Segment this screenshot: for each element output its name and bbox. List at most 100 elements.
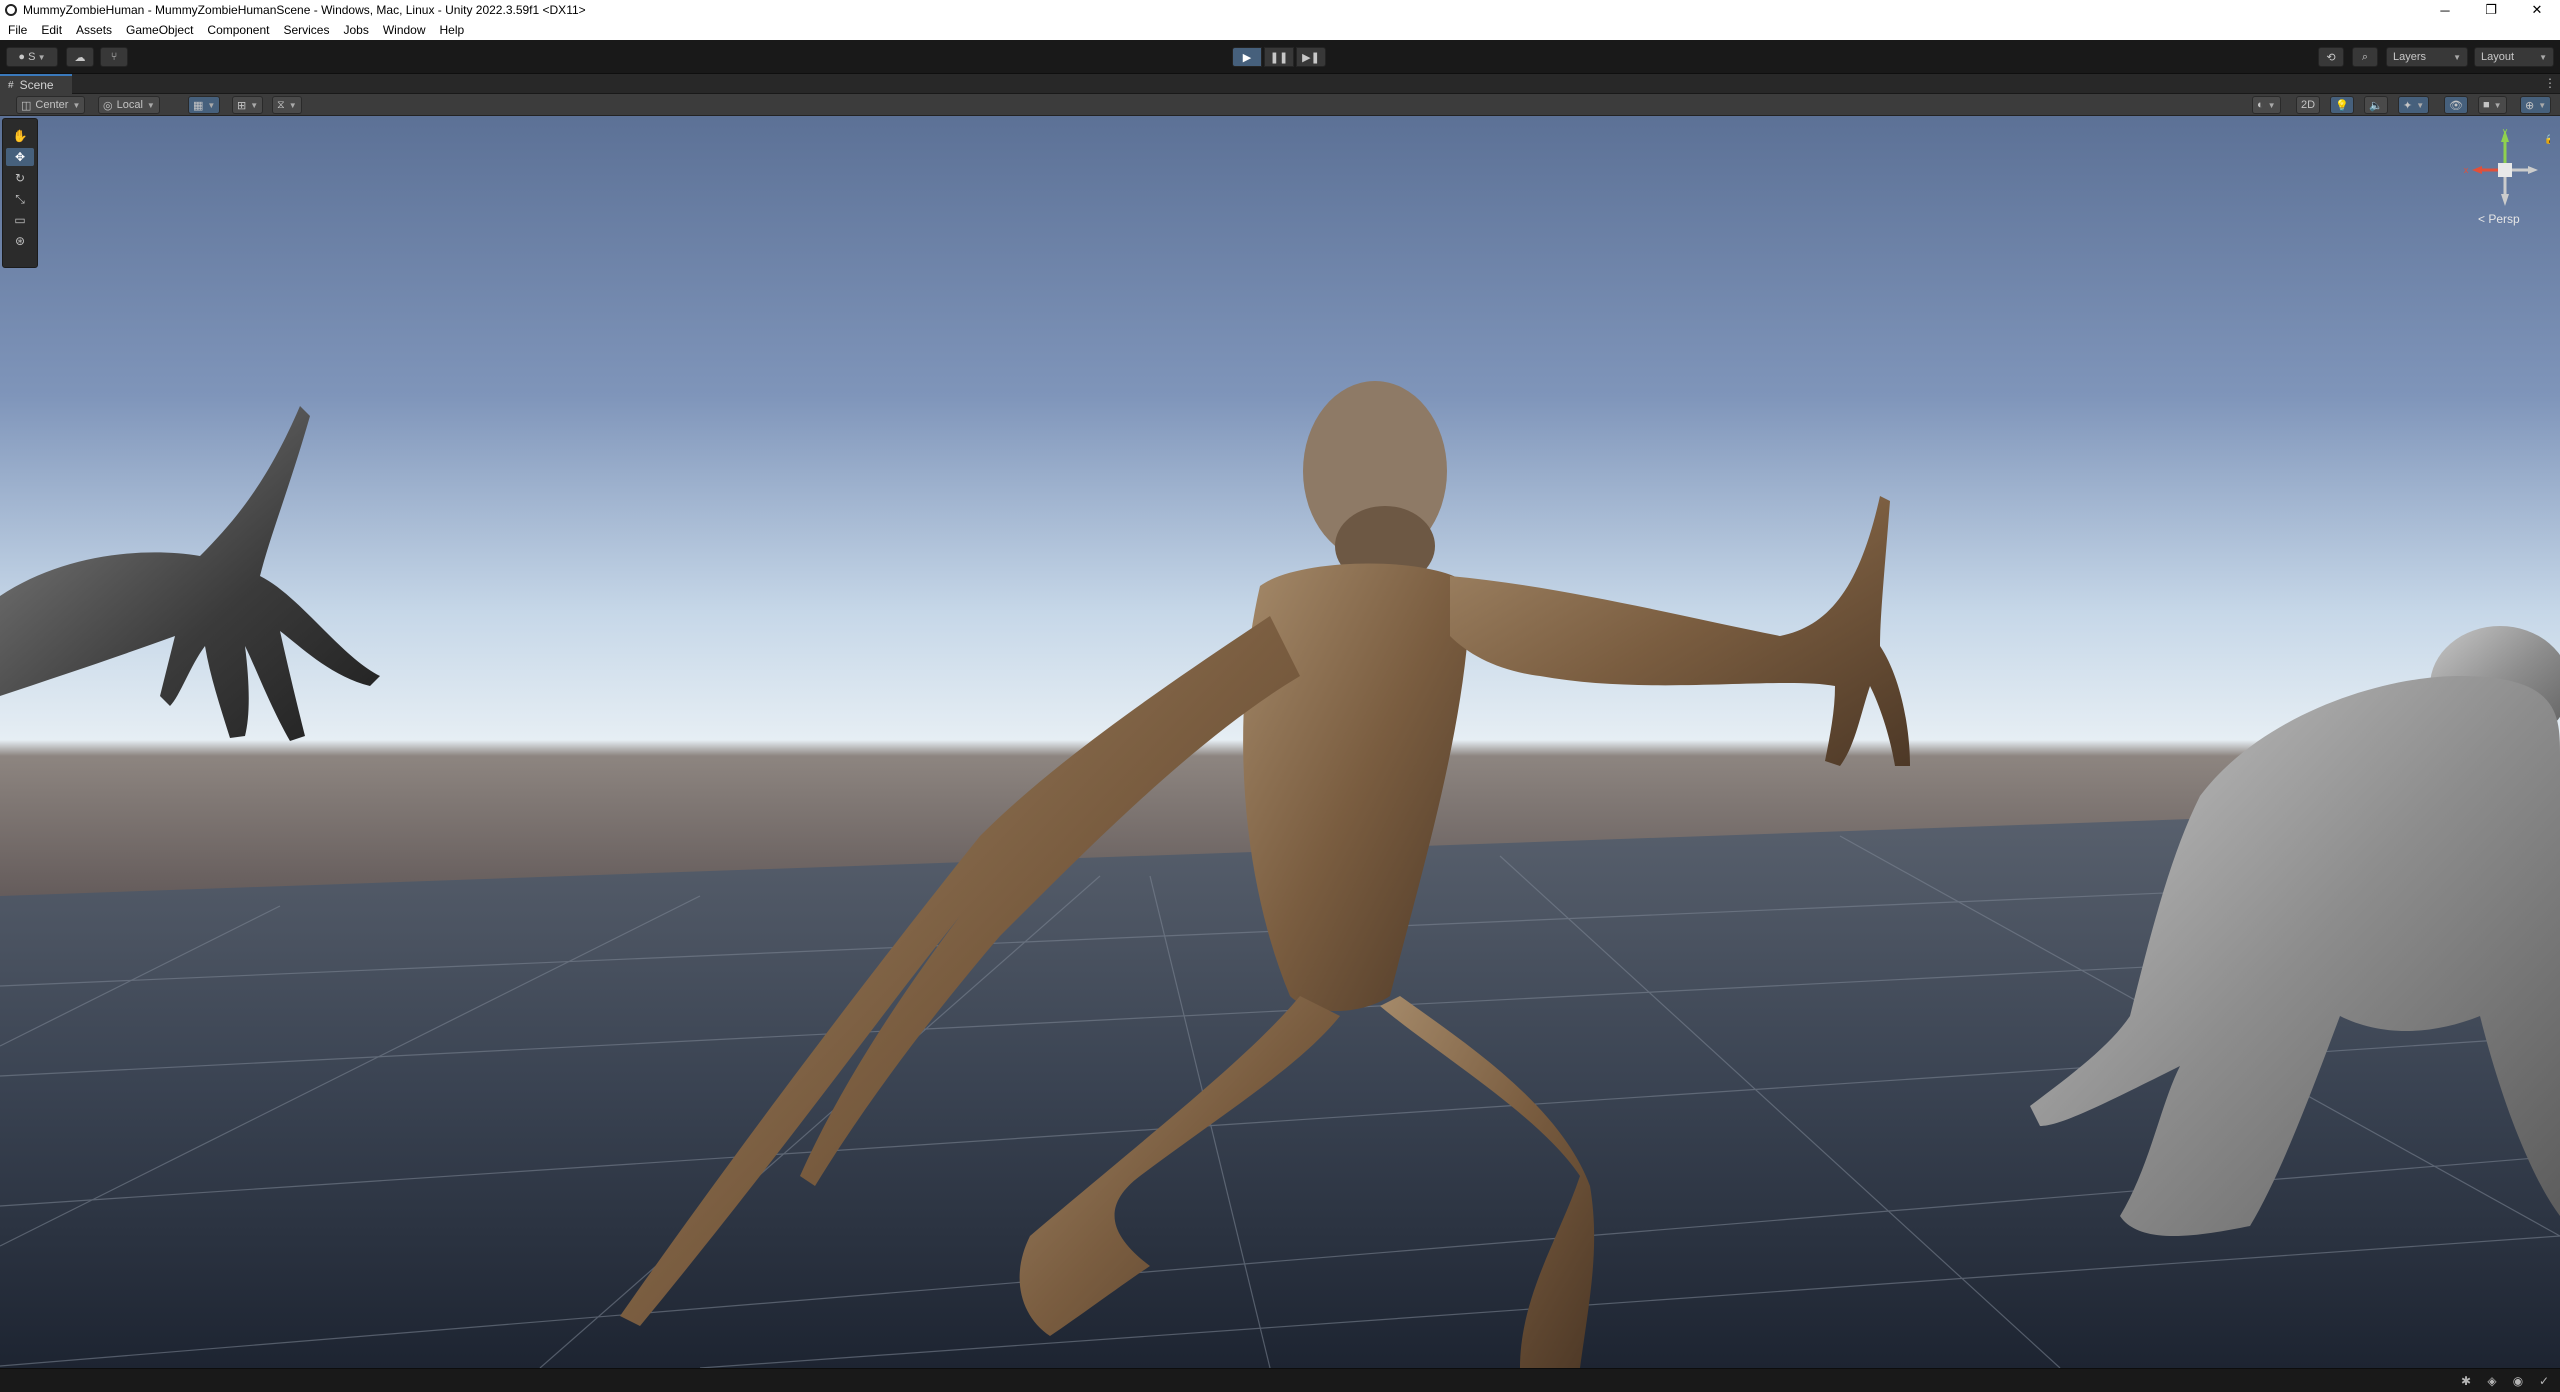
menu-gameobject[interactable]: GameObject [118,23,199,37]
increment-icon: ⧖ [277,98,285,111]
scene-view-toolbar: ◫ Center ▼ ◎ Local ▼ ▦ ▼ ⊞ ▼ ⧖ ▼ ◐ ▼ 2D … [0,94,2560,116]
layout-label: Layout [2481,51,2515,63]
search-icon: ⌕ [2361,50,2369,63]
chevron-down-icon: ▼ [2267,100,2276,110]
chevron-down-icon: ▼ [2539,52,2547,62]
move-icon: ✥ [14,150,26,164]
chevron-down-icon: ▼ [2538,100,2547,110]
eye-off-icon: 👁 [2449,99,2463,112]
menu-services[interactable]: Services [275,23,335,37]
scene-visibility-button[interactable]: 👁 [2444,96,2468,114]
layers-label: Layers [2393,51,2427,63]
account-dropdown[interactable]: ● S ▼ [6,47,58,67]
chevron-down-icon: ▼ [146,100,155,110]
window-controls: ─ ❐ ✕ [2422,0,2560,20]
chevron-down-icon: ▼ [72,100,81,110]
scene-render [0,116,2560,1368]
menu-assets[interactable]: Assets [68,23,118,37]
rotate-icon: ↻ [14,171,26,185]
gizmo-y-label: y [2503,126,2508,136]
play-button[interactable]: ▶ [1232,47,1262,67]
pivot-mode-label: Center [35,99,69,111]
unity-logo-icon [5,4,17,16]
camera-settings-dropdown[interactable]: ■ ▼ [2478,96,2507,114]
gizmo-x-label: x [2464,165,2469,175]
chevron-down-icon: ▼ [2416,100,2425,110]
menu-component[interactable]: Component [199,23,275,37]
account-icon: ● [18,51,29,63]
window-title: MummyZombieHuman - MummyZombieHumanScene… [23,3,586,17]
bug-icon[interactable]: ✱ [2458,1373,2474,1389]
audio-toggle-button[interactable]: 🔈 [2364,96,2388,114]
undo-history-button[interactable]: ⟲ [2318,47,2344,67]
scale-tool[interactable]: ⤡ [6,190,34,208]
minimize-button[interactable]: ─ [2422,0,2468,20]
camera-icon: ■ [2483,99,2490,111]
scene-viewport[interactable] [0,116,2560,1368]
chevron-down-icon: ▼ [207,100,216,110]
snap-icon: ⊞ [237,99,247,112]
menu-window[interactable]: Window [375,23,432,37]
move-tool[interactable]: ✥ [6,148,34,166]
2d-toggle-button[interactable]: 2D [2296,96,2321,114]
status-bar: ✱ ◈ ◉ ✓ [0,1368,2560,1392]
hand-tool[interactable]: ✋ [6,127,34,145]
grid-toggle-button[interactable]: ▦ ▼ [188,96,221,114]
2d-label: 2D [2301,99,2316,111]
tab-scene[interactable]: # Scene [0,74,72,94]
menu-bar: File Edit Assets GameObject Component Se… [0,20,2560,40]
search-button[interactable]: ⌕ [2352,47,2378,67]
menu-jobs[interactable]: Jobs [335,23,374,37]
menu-edit[interactable]: Edit [33,23,68,37]
pause-icon: ❚❚ [1269,51,1289,64]
gizmo-globe-icon: ⊕ [2525,99,2535,112]
cache-icon[interactable]: ◉ [2510,1373,2526,1389]
gizmos-dropdown[interactable]: ⊕ ▼ [2520,96,2552,114]
close-button[interactable]: ✕ [2514,0,2560,20]
maximize-button[interactable]: ❐ [2468,0,2514,20]
pause-button[interactable]: ❚❚ [1264,47,1294,67]
light-bulb-icon: 💡 [2335,99,2349,112]
scene-tab-bar: # Scene ⋮ [0,74,2560,94]
account-label: S [28,51,36,63]
chevron-down-icon: ▼ [35,52,46,62]
cloud-button[interactable]: ☁ [66,47,94,67]
tab-options-icon[interactable]: ⋮ [2544,76,2556,90]
chevron-down-icon: ▼ [2453,52,2461,62]
step-button[interactable]: ▶❚ [1296,47,1326,67]
shaded-sphere-icon: ◐ [2257,99,2264,111]
chevron-down-icon: ▼ [250,100,259,110]
history-icon: ⟲ [2326,51,2336,64]
audio-icon: 🔈 [2369,99,2383,112]
rotate-tool[interactable]: ↻ [6,169,34,187]
chevron-down-icon: ▼ [288,100,297,110]
rect-tool[interactable]: ▭ [6,211,34,229]
pivot-mode-dropdown[interactable]: ◫ Center ▼ [16,96,86,114]
progress-icon[interactable]: ◈ [2484,1373,2500,1389]
draw-mode-dropdown[interactable]: ◐ ▼ [2252,96,2281,114]
scene-grid-icon: # [8,79,14,91]
playmode-controls: ▶ ❚❚ ▶❚ [1232,47,1326,67]
lighting-toggle-button[interactable]: 💡 [2330,96,2354,114]
gizmo-lock-icon[interactable]: 🔒 [2544,134,2550,144]
transform-tool[interactable]: ⊛ [6,232,34,250]
play-icon: ▶ [1242,51,1252,64]
menu-help[interactable]: Help [432,23,471,37]
effects-dropdown[interactable]: ✦ ▼ [2398,96,2430,114]
scale-icon: ⤡ [15,191,25,206]
main-toolbar: ● S ▼ ☁ ⑂ ▶ ❚❚ ▶❚ ⟲ ⌕ Layers ▼ Layout ▼ [0,40,2560,74]
layout-dropdown[interactable]: Layout ▼ [2474,47,2554,67]
projection-toggle[interactable]: < Persp [2478,212,2520,226]
layers-dropdown[interactable]: Layers ▼ [2386,47,2468,67]
increment-snap-button[interactable]: ⧖ ▼ [272,96,302,114]
step-icon: ▶❚ [1302,51,1320,64]
pivot-rotation-dropdown[interactable]: ◎ Local ▼ [98,96,160,114]
check-circle-icon[interactable]: ✓ [2536,1373,2552,1389]
menu-file[interactable]: File [0,23,33,37]
rotation-icon: ◎ [103,99,113,112]
version-control-button[interactable]: ⑂ [100,47,128,67]
chevron-down-icon: ▼ [2493,100,2502,110]
tab-scene-label: Scene [19,78,54,92]
snap-button[interactable]: ⊞ ▼ [232,96,264,114]
tools-palette: ✋ ✥ ↻ ⤡ ▭ ⊛ [2,118,38,268]
